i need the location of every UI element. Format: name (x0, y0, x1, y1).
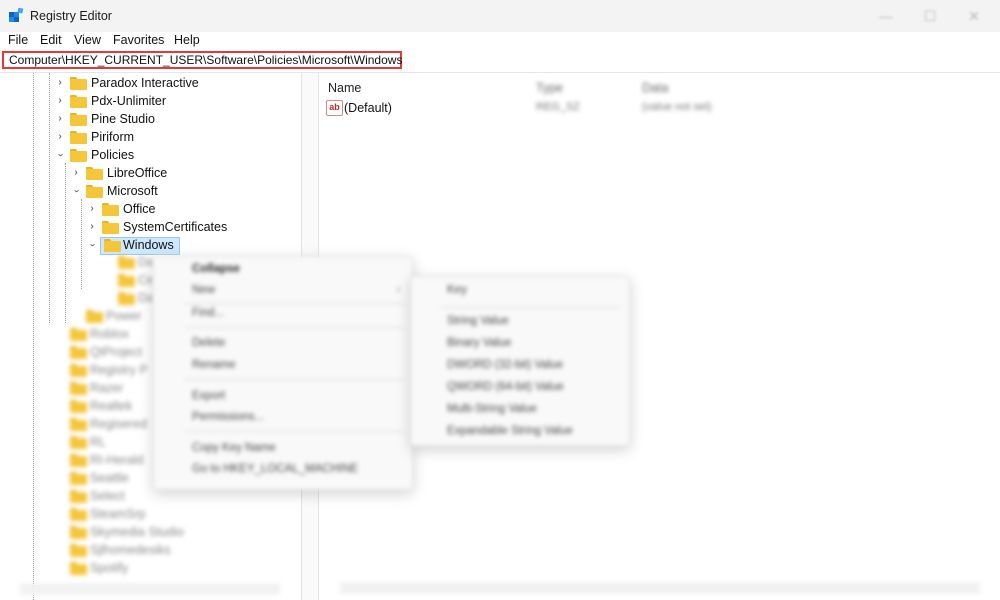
chevron-down-icon[interactable]: › (70, 186, 82, 196)
menu-separator (184, 303, 404, 304)
tree-item-label: Policies (91, 148, 135, 162)
folder-icon (70, 544, 87, 557)
context-menu: Collapse New › Find... Delete Rename Exp… (153, 256, 413, 490)
folder-icon (70, 77, 87, 90)
menu-item-new[interactable]: New (192, 284, 215, 296)
folder-icon (86, 310, 103, 323)
folder-icon (70, 328, 87, 341)
folder-icon (86, 167, 103, 180)
folder-icon (86, 185, 103, 198)
folder-icon (70, 95, 87, 108)
menu-item-string-value[interactable]: String Value (447, 315, 509, 327)
chevron-right-icon[interactable]: › (55, 113, 65, 125)
column-header-type[interactable]: Type (536, 81, 563, 95)
tree-item-label: Windows (123, 238, 174, 252)
menu-item-delete[interactable]: Delete (192, 337, 225, 349)
folder-icon (70, 113, 87, 126)
menu-separator (184, 379, 404, 380)
menu-edit[interactable]: Edit (40, 33, 62, 47)
menu-separator (441, 307, 621, 308)
string-value-icon: ab (326, 100, 343, 116)
menu-item-expandable-string-value[interactable]: Expandable String Value (447, 425, 573, 437)
chevron-right-icon[interactable]: › (55, 95, 65, 107)
menu-bar: File Edit View Favorites Help (0, 32, 1000, 50)
folder-icon (70, 400, 87, 413)
menu-item-copy-key-name[interactable]: Copy Key Name (192, 442, 276, 454)
folder-icon (70, 472, 87, 485)
folder-icon (118, 292, 135, 305)
minimize-button[interactable]: — (866, 4, 906, 28)
folder-icon (102, 221, 119, 234)
tree-item-label: Pine Studio (91, 112, 155, 126)
folder-icon (70, 131, 87, 144)
chevron-right-icon[interactable]: › (87, 221, 97, 233)
menu-favorites[interactable]: Favorites (113, 33, 164, 47)
title-bar: Registry Editor — ☐ ✕ (0, 0, 1000, 32)
tree-item-label: Microsoft (107, 184, 158, 198)
chevron-right-icon[interactable]: › (87, 203, 97, 215)
column-header-name[interactable]: Name (328, 81, 361, 95)
chevron-down-icon[interactable]: › (86, 240, 98, 250)
close-button[interactable]: ✕ (954, 4, 994, 28)
menu-item-find[interactable]: Find... (192, 307, 224, 319)
folder-icon (70, 418, 87, 431)
folder-icon (70, 436, 87, 449)
value-type: REG_SZ (536, 101, 581, 113)
menu-item-rename[interactable]: Rename (192, 359, 235, 371)
chevron-right-icon[interactable]: › (71, 167, 81, 179)
menu-file[interactable]: File (8, 33, 28, 47)
value-data: (value not set) (642, 101, 712, 113)
folder-icon (70, 454, 87, 467)
folder-icon (70, 149, 87, 162)
new-submenu: Key String Value Binary Value DWORD (32-… (410, 276, 630, 446)
tree-item-label: Paradox Interactive (91, 76, 199, 90)
folder-icon (70, 364, 87, 377)
tree-horizontal-scrollbar[interactable] (20, 584, 280, 595)
address-input[interactable]: Computer\HKEY_CURRENT_USER\Software\Poli… (2, 51, 402, 69)
address-bar: Computer\HKEY_CURRENT_USER\Software\Poli… (0, 50, 1000, 73)
tree-item-label: Office (123, 202, 156, 216)
menu-item-go-to-hklm[interactable]: Go to HKEY_LOCAL_MACHINE (192, 463, 358, 475)
menu-item-dword-value[interactable]: DWORD (32-bit) Value (447, 359, 563, 371)
menu-separator (184, 327, 404, 328)
tree-item-label: SystemCertificates (123, 220, 228, 234)
window-title: Registry Editor (30, 9, 112, 23)
folder-icon (104, 239, 121, 252)
menu-item-qword-value[interactable]: QWORD (64-bit) Value (447, 381, 564, 393)
folder-icon (70, 490, 87, 503)
menu-item-binary-value[interactable]: Binary Value (447, 337, 511, 349)
folder-icon (118, 274, 135, 287)
chevron-right-icon: › (396, 284, 400, 295)
column-header-data[interactable]: Data (642, 81, 668, 95)
menu-item-permissions[interactable]: Permissions... (192, 411, 264, 423)
folder-icon (70, 382, 87, 395)
menu-help[interactable]: Help (174, 33, 200, 47)
tree-item-label: Piriform (91, 130, 135, 144)
menu-item-multi-string-value[interactable]: Multi-String Value (447, 403, 537, 415)
menu-item-export[interactable]: Export (192, 390, 225, 402)
list-horizontal-scrollbar[interactable] (340, 583, 980, 594)
chevron-right-icon[interactable]: › (55, 77, 65, 89)
folder-icon (102, 203, 119, 216)
tree-item-label: LibreOffice (107, 166, 168, 180)
menu-item-collapse[interactable]: Collapse (192, 263, 240, 275)
registry-icon (9, 8, 24, 22)
chevron-right-icon[interactable]: › (55, 131, 65, 143)
folder-icon (70, 562, 87, 575)
menu-item-key[interactable]: Key (447, 284, 467, 296)
chevron-down-icon[interactable]: › (54, 150, 66, 160)
menu-view[interactable]: View (74, 33, 101, 47)
maximize-button[interactable]: ☐ (910, 4, 950, 28)
folder-icon (70, 346, 87, 359)
folder-icon (70, 526, 87, 539)
menu-separator (184, 431, 404, 432)
folder-icon (70, 508, 87, 521)
folder-icon (118, 256, 135, 269)
value-name: (Default) (344, 101, 392, 115)
tree-item-label: Pdx-Unlimiter (91, 94, 167, 108)
